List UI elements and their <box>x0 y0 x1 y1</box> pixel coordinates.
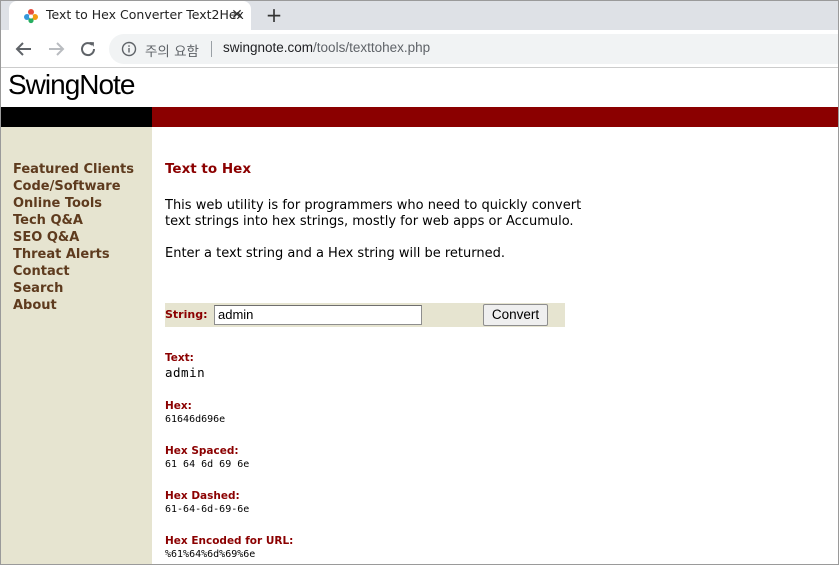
address-bar[interactable]: 주의 요함 swingnote.com/tools/texttohex.php <box>109 34 838 64</box>
tab-strip: Text to Hex Converter Text2Hex ✕ + <box>1 1 838 30</box>
sidebar: Featured Clients Code/Software Online To… <box>1 127 152 564</box>
sidebar-item-seo-qa[interactable]: SEO Q&A <box>13 229 134 246</box>
description: This web utility is for programmers who … <box>165 198 645 230</box>
result-hex: Hex: 61646d696e <box>165 400 225 426</box>
info-icon[interactable] <box>121 41 137 57</box>
tab-title: Text to Hex Converter Text2Hex <box>46 7 244 22</box>
browser-tab[interactable]: Text to Hex Converter Text2Hex ✕ <box>9 1 251 30</box>
header-band-black <box>1 107 152 127</box>
result-text: Text: admin <box>165 352 205 380</box>
description-line-2: text strings into hex strings, mostly fo… <box>165 214 574 229</box>
forward-arrow-icon[interactable] <box>45 38 67 60</box>
convert-form: String: admin Convert <box>165 303 565 327</box>
new-tab-button[interactable]: + <box>263 4 285 26</box>
instruction-text: Enter a text string and a Hex string wil… <box>165 246 505 261</box>
url-text[interactable]: swingnote.com/tools/texttohex.php <box>223 40 430 55</box>
header: SwingNote <box>1 69 838 107</box>
sidebar-item-tech-qa[interactable]: Tech Q&A <box>13 212 134 229</box>
sidebar-item-about[interactable]: About <box>13 297 134 314</box>
security-warning-label[interactable]: 주의 요함 <box>145 40 199 60</box>
sidebar-item-featured-clients[interactable]: Featured Clients <box>13 161 134 178</box>
omnibox-divider <box>211 41 212 57</box>
result-hex-dashed: Hex Dashed: 61-64-6d-69-6e <box>165 490 249 516</box>
result-label: Hex: <box>165 400 192 412</box>
sidebar-item-contact[interactable]: Contact <box>13 263 134 280</box>
sidebar-item-threat-alerts[interactable]: Threat Alerts <box>13 246 134 263</box>
page-title: Text to Hex <box>165 161 252 177</box>
result-value: admin <box>165 365 206 380</box>
sidebar-nav: Featured Clients Code/Software Online To… <box>13 161 134 314</box>
convert-button[interactable]: Convert <box>483 304 548 326</box>
back-arrow-icon[interactable] <box>13 38 35 60</box>
string-label: String: <box>165 308 208 321</box>
sidebar-item-search[interactable]: Search <box>13 280 134 297</box>
browser-toolbar: 주의 요함 swingnote.com/tools/texttohex.php <box>1 30 838 68</box>
result-value: 61-64-6d-69-6e <box>165 504 250 515</box>
result-hex-spaced: Hex Spaced: 61 64 6d 69 6e <box>165 445 249 471</box>
page-content: SwingNote Featured Clients Code/Software… <box>1 69 838 564</box>
result-value: 61 64 6d 69 6e <box>165 459 250 470</box>
result-value: 61646d696e <box>165 414 226 425</box>
swingnote-favicon-icon <box>24 9 38 24</box>
result-value: %61%64%6d%69%6e <box>165 549 256 560</box>
result-label: Hex Encoded for URL: <box>165 535 294 547</box>
url-domain: swingnote.com <box>223 40 314 55</box>
header-band-red <box>152 107 838 127</box>
url-path: /tools/texttohex.php <box>313 40 431 55</box>
sidebar-item-online-tools[interactable]: Online Tools <box>13 195 134 212</box>
browser-window: Text to Hex Converter Text2Hex ✕ + 주의 요함… <box>0 0 839 565</box>
result-label: Hex Spaced: <box>165 445 239 457</box>
reload-icon[interactable] <box>77 38 99 60</box>
result-label: Text: <box>165 352 194 364</box>
result-hex-url: Hex Encoded for URL: %61%64%6d%69%6e <box>165 535 293 561</box>
description-line-1: This web utility is for programmers who … <box>165 198 582 213</box>
close-tab-icon[interactable]: ✕ <box>229 7 245 23</box>
result-label: Hex Dashed: <box>165 490 240 502</box>
site-logo[interactable]: SwingNote <box>8 69 135 101</box>
sidebar-item-code-software[interactable]: Code/Software <box>13 178 134 195</box>
string-input[interactable]: admin <box>214 305 422 325</box>
